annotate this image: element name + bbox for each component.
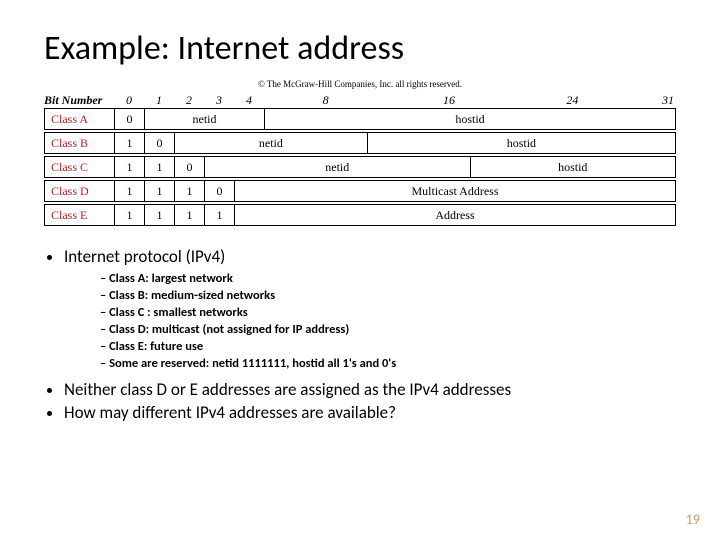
field-cell: netid: [205, 157, 471, 178]
field-cell: netid: [145, 109, 265, 130]
table-row: Class E 1 1 1 1 Address: [45, 205, 676, 226]
bullet-tail: Neither class D or E addresses are assig…: [64, 379, 676, 400]
bitnum: 0: [114, 93, 144, 108]
sub-bullet: Some are reserved: netid 1111111, hostid…: [100, 356, 676, 371]
sub-bullet: Class C : smallest networks: [100, 305, 676, 320]
bullet-block: Internet protocol (IPv4) Class A: larges…: [44, 246, 676, 423]
bitnum: 1: [144, 93, 174, 108]
bit-cell: 0: [175, 157, 205, 178]
field-cell: hostid: [470, 157, 676, 178]
field-cell: hostid: [367, 133, 675, 154]
field-cell: Address: [235, 205, 676, 226]
class-label: Class C: [45, 157, 115, 178]
class-label: Class A: [45, 109, 115, 130]
bitnum: 2: [174, 93, 204, 108]
bit-cell: 1: [205, 205, 235, 226]
class-label: Class E: [45, 205, 115, 226]
field-cell: netid: [175, 133, 368, 154]
bit-cell: 1: [115, 157, 145, 178]
bullet-main: Internet protocol (IPv4) Class A: larges…: [64, 246, 676, 371]
page-number: 19: [686, 511, 700, 528]
table-row: Class B 1 0 netid hostid: [45, 133, 676, 154]
bitnum: 16: [387, 93, 510, 108]
bitnum: 24: [511, 93, 634, 108]
class-table: Class A 0 netid hostid Class B 1 0 netid…: [44, 108, 676, 226]
bit-cell: 1: [115, 205, 145, 226]
bitnum: 3: [204, 93, 234, 108]
table-row: Class D 1 1 1 0 Multicast Address: [45, 181, 676, 202]
bit-cell: 1: [145, 157, 175, 178]
bit-cell: 0: [145, 133, 175, 154]
bullet-text: Internet protocol (IPv4): [64, 246, 225, 267]
copyright-line: © The McGraw-Hill Companies, Inc. all ri…: [44, 79, 676, 89]
bit-cell: 1: [175, 181, 205, 202]
table-row: Class C 1 1 0 netid hostid: [45, 157, 676, 178]
bit-cell: 1: [115, 133, 145, 154]
bit-number-label: Bit Number: [44, 93, 114, 108]
bit-cell: 1: [145, 181, 175, 202]
bitnum: 8: [264, 93, 387, 108]
sub-bullet: Class B: medium-sized networks: [100, 288, 676, 303]
sub-bullet: Class E: future use: [100, 339, 676, 354]
bullet-tail: How may different IPv4 addresses are ava…: [64, 402, 676, 423]
slide-title: Example: Internet address: [44, 28, 676, 69]
bitnum: 4: [234, 93, 264, 108]
bit-cell: 0: [115, 109, 145, 130]
bit-cell: 1: [145, 205, 175, 226]
bit-cell: 1: [175, 205, 205, 226]
sub-bullet: Class D: multicast (not assigned for IP …: [100, 322, 676, 337]
bitnum: 31: [634, 93, 676, 108]
address-class-diagram: Bit Number 0 1 2 3 4 8 16 24 31 Class A …: [44, 93, 676, 226]
class-label: Class B: [45, 133, 115, 154]
field-cell: hostid: [265, 109, 676, 130]
field-cell: Multicast Address: [235, 181, 676, 202]
table-row: Class A 0 netid hostid: [45, 109, 676, 130]
bit-cell: 1: [115, 181, 145, 202]
bit-number-row: Bit Number 0 1 2 3 4 8 16 24 31: [114, 93, 676, 108]
sub-bullet: Class A: largest network: [100, 271, 676, 286]
class-label: Class D: [45, 181, 115, 202]
bit-cell: 0: [205, 181, 235, 202]
